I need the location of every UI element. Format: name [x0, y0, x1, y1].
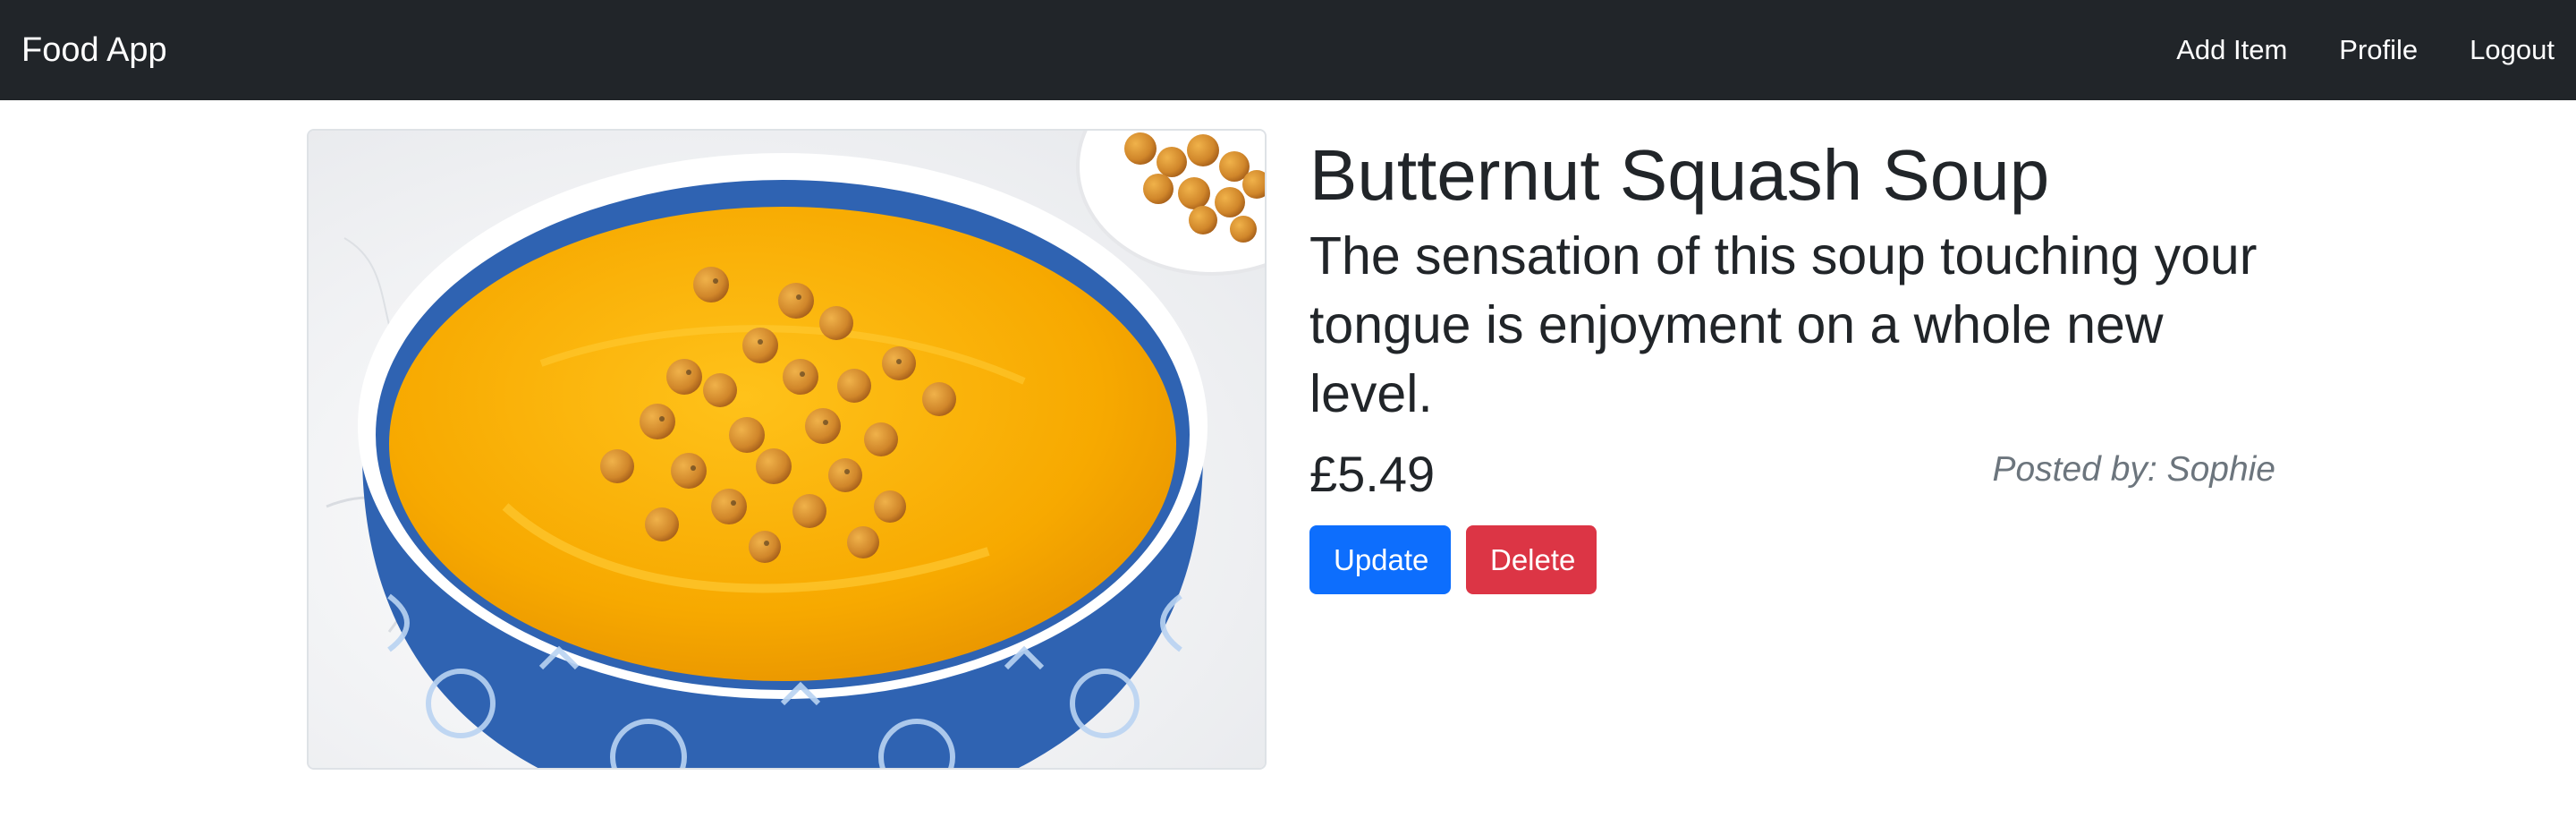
nav-add-item-link[interactable]: Add Item: [2176, 34, 2287, 66]
food-image: [307, 129, 1267, 770]
item-description: The sensation of this soup touching your…: [1309, 226, 2258, 423]
nav-profile-link[interactable]: Profile: [2339, 34, 2418, 66]
item-title: Butternut Squash Soup: [1309, 135, 2050, 215]
nav-logout-link[interactable]: Logout: [2470, 34, 2555, 66]
item-meta: £5.49 Posted by: Sophie: [1309, 438, 2275, 509]
item-details: Butternut Squash Soup The sensation of t…: [1309, 129, 2275, 594]
item-price: £5.49: [1309, 446, 1436, 502]
nav-links: Add Item Profile Logout: [2124, 34, 2555, 66]
item-detail: Butternut Squash Soup The sensation of t…: [307, 129, 2275, 773]
delete-button[interactable]: Delete: [1466, 525, 1597, 594]
posted-by-label: Posted by: Sophie: [1992, 450, 2275, 489]
soup-photo: [309, 131, 1265, 768]
update-button[interactable]: Update: [1309, 525, 1451, 594]
top-navbar: Food App Add Item Profile Logout: [0, 0, 2576, 100]
item-actions: Update Delete: [1309, 525, 2275, 594]
brand-link[interactable]: Food App: [21, 31, 167, 70]
